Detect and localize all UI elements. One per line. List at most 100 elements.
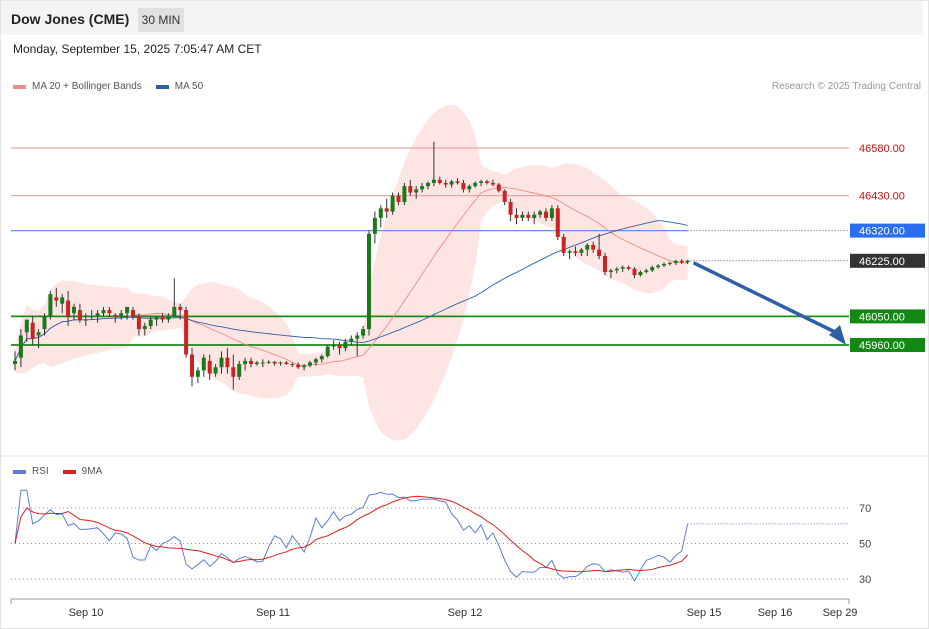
candle-body [420,186,425,190]
candle-body [402,186,407,203]
candle-body [343,341,348,349]
candle-body [449,181,454,185]
candle-body [390,195,395,212]
candle-body [184,310,189,355]
candle [172,278,177,317]
rsi-tick-30: 30 [859,574,871,586]
candle-body [77,310,82,320]
candle-body [24,319,29,333]
candle-body [361,329,366,336]
candle-body [319,356,324,360]
candle-body [650,267,655,271]
candle-body [638,271,643,276]
candle-body [526,214,531,218]
candle-body [467,186,472,190]
candle [195,367,200,384]
candle-body [113,314,118,317]
candle-body [473,182,478,187]
candle-body [514,214,519,218]
candle-body [66,300,71,317]
candle-body [154,316,159,320]
candle-body [207,360,212,374]
candle-body [384,208,389,212]
candle-body [673,260,678,264]
candle-body [260,362,265,364]
candle-body [496,184,501,191]
candle-body [201,357,206,371]
candle-body [119,313,124,317]
candle-body [555,208,560,237]
rsi-panel: 70 50 30 [11,489,871,586]
candle-body [662,263,666,266]
candle-body [685,260,690,263]
candle-body [249,360,253,365]
candle-body [632,268,637,276]
candle-body [231,367,236,377]
candle-body [437,179,442,183]
candle-body [591,244,596,250]
candle-body [461,182,466,190]
candle-body [656,265,661,268]
candle [325,345,330,358]
candle-body [443,182,448,185]
x-axis: Sep 10 Sep 11 Sep 12 Sep 15 Sep 16 Sep 29 [10,598,858,619]
candle-body [372,217,377,234]
candle-body [48,294,53,317]
candle-body [225,357,230,368]
candle-body [178,306,183,311]
candle-body [325,346,330,357]
price-label-46320: 46320.00 [859,226,905,238]
candle-body [455,181,460,183]
bollinger-band-area [15,104,688,441]
price-label-45960: 45960.00 [859,340,905,352]
candle [48,290,53,320]
candle [390,192,395,215]
candle-body [538,211,543,215]
candle-body [237,364,242,377]
candle-body [597,249,602,257]
candle-body [160,316,165,320]
candle-body [254,362,259,365]
x-tick-label: Sep 16 [758,607,793,619]
bollinger-bands [15,104,688,441]
price-tags: 46580.00 46430.00 46320.00 46225.00 46050.00… [850,143,925,352]
candle-body [136,316,141,330]
candle-body [219,357,224,368]
price-label-46430: 46430.00 [859,191,905,203]
candle-body [302,365,307,368]
rsi-line [14,489,689,582]
forecast-arrow [692,261,846,345]
candle-body [426,182,430,187]
candle-body [520,214,525,218]
candle-body [125,306,130,314]
candle-body [349,338,354,342]
candle-body [367,233,371,330]
candle-body [101,310,106,314]
candle-body [479,181,484,183]
candle-body [131,310,135,317]
candle-body [266,361,271,363]
x-tick-label: Sep 15 [687,607,722,619]
rsi-tick-70: 70 [859,503,871,515]
candle-body [142,325,147,330]
candle-body [532,214,537,218]
candle-body [107,310,112,314]
candle-body [626,267,631,269]
candle [603,252,607,276]
candle-body [213,367,218,374]
candle-body [331,345,336,347]
candle-body [585,244,590,250]
candle-body [378,208,383,218]
candle-body [166,316,171,320]
candle-body [644,270,649,272]
candle-body [603,256,607,272]
candle [402,182,407,206]
price-label-46050: 46050.00 [859,311,905,323]
candle [201,354,206,377]
candle-body [620,267,625,269]
candle-body [278,362,283,364]
price-label-46580: 46580.00 [859,143,905,155]
candle-body [36,332,41,336]
x-tick-label: Sep 29 [823,607,858,619]
candle-body [272,361,277,364]
